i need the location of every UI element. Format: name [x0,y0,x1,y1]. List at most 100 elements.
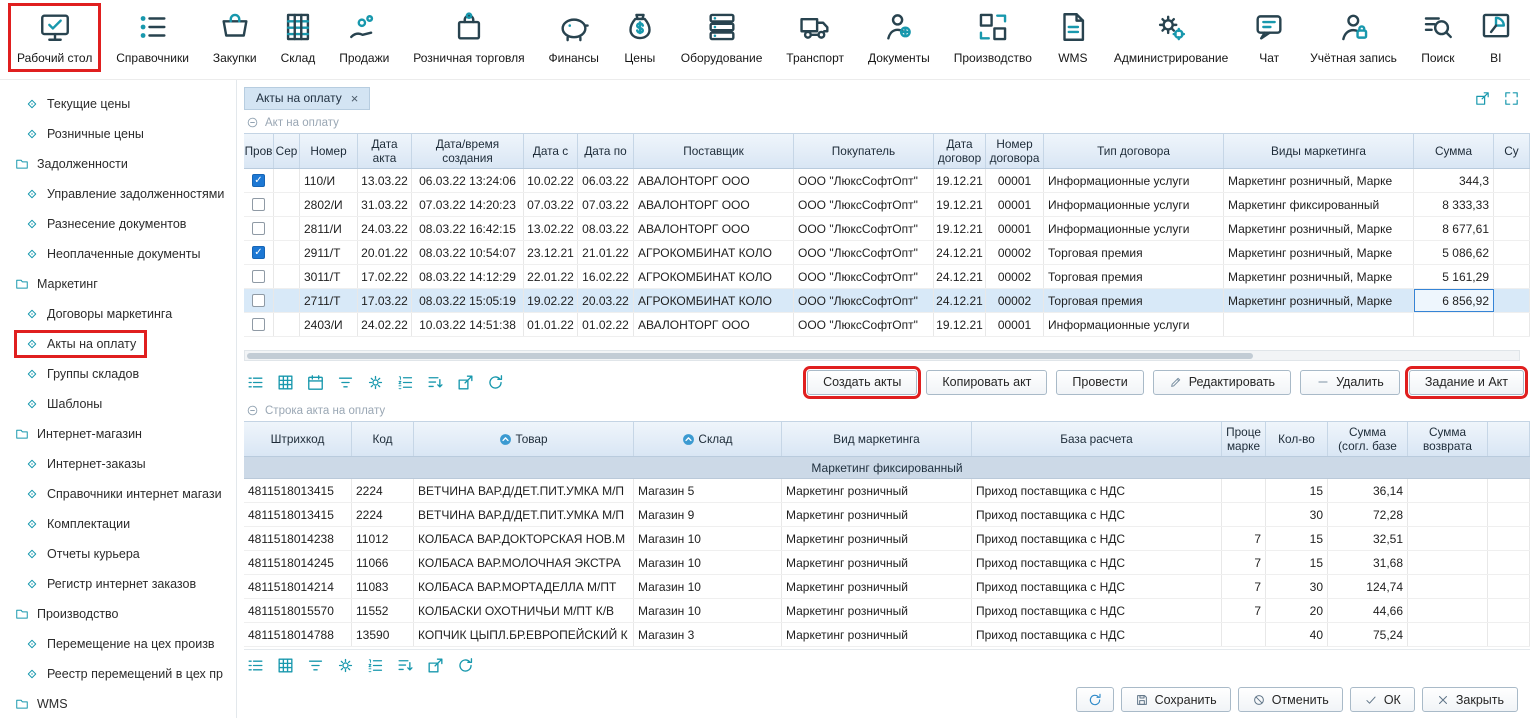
sidebar-item[interactable]: Розничные цены [0,119,236,149]
sidebar-item[interactable]: WMS [0,689,236,718]
filter-icon[interactable] [336,373,355,392]
sidebar-item[interactable]: Регистр интернет заказов [0,569,236,599]
sidebar-item[interactable]: Неоплаченные документы [0,239,236,269]
topbar-item-wms[interactable]: WMS [1051,7,1095,68]
topbar-item-prices[interactable]: Цены [618,7,662,68]
sidebar-item[interactable]: Перемещение на цех произв [0,629,236,659]
row-checkbox[interactable] [252,294,265,307]
delete-button[interactable]: Удалить [1300,370,1400,395]
acts-column-header[interactable]: Су [1494,134,1530,168]
acts-column-header[interactable]: Дата с [524,134,578,168]
numbered-list-icon[interactable] [396,373,415,392]
topbar-item-retail[interactable]: Розничная торговля [408,7,529,68]
export-icon[interactable] [426,656,445,675]
collapse-icon[interactable] [246,404,259,417]
acts-horizontal-scrollbar[interactable] [244,350,1520,361]
refresh-icon[interactable] [456,656,475,675]
lines-column-header[interactable]: Товар [414,422,634,456]
topbar-item-transport[interactable]: Транспорт [781,7,849,68]
lines-column-header[interactable]: Склад [634,422,782,456]
topbar-item-desktop[interactable]: Рабочий стол [12,7,97,68]
lines-row[interactable]: 481151801423811012КОЛБАСА ВАР.ДОКТОРСКАЯ… [244,527,1530,551]
topbar-item-purchases[interactable]: Закупки [208,7,262,68]
close-button[interactable]: Закрыть [1422,687,1518,712]
sidebar-item[interactable]: Интернет-заказы [0,449,236,479]
topbar-item-warehouse[interactable]: Склад [276,7,321,68]
lines-row[interactable]: 48115180134152224ВЕТЧИНА ВАР.Д/ДЕТ.ПИТ.У… [244,479,1530,503]
acts-row[interactable]: 2811/И24.03.2208.03.22 16:42:1513.02.220… [244,217,1530,241]
acts-column-header[interactable]: Дата акта [358,134,412,168]
sort-icon[interactable] [396,656,415,675]
save-button[interactable]: Сохранить [1121,687,1231,712]
row-checkbox[interactable] [252,222,265,235]
topbar-item-equipment[interactable]: Оборудование [676,7,768,68]
post-button[interactable]: Провести [1056,370,1143,395]
acts-column-header[interactable]: Покупатель [794,134,934,168]
lines-column-header[interactable] [1488,422,1530,456]
refresh-button[interactable] [1076,687,1114,712]
sidebar-item[interactable]: Задолженности [0,149,236,179]
fullscreen-icon[interactable] [1503,90,1520,107]
lines-column-header[interactable]: Проце марке [1222,422,1266,456]
acts-column-header[interactable]: Дата договор [934,134,986,168]
tab-close-icon[interactable]: × [351,91,359,106]
acts-row[interactable]: ✓110/И13.03.2206.03.22 13:24:0610.02.220… [244,169,1530,193]
open-external-icon[interactable] [1474,90,1491,107]
refresh-icon[interactable] [486,373,505,392]
acts-column-header[interactable]: Дата по [578,134,634,168]
topbar-item-search[interactable]: Поиск [1416,7,1460,68]
lines-column-header[interactable]: Сумма (согл. базе [1328,422,1408,456]
row-checkbox[interactable] [252,198,265,211]
lines-column-header[interactable]: Кол-во [1266,422,1328,456]
acts-column-header[interactable]: Дата/время создания [412,134,524,168]
acts-column-header[interactable]: Сер [274,134,300,168]
ok-button[interactable]: ОК [1350,687,1415,712]
copy-act-button[interactable]: Копировать акт [926,370,1047,395]
sort-icon[interactable] [426,373,445,392]
sidebar-item[interactable]: Управление задолженностями [0,179,236,209]
lines-row[interactable]: 481151801557011552КОЛБАСКИ ОХОТНИЧЬИ М/П… [244,599,1530,623]
topbar-item-catalog[interactable]: Справочники [111,7,194,68]
scrollbar-thumb[interactable] [247,353,1253,360]
topbar-item-admin[interactable]: Администрирование [1109,7,1233,68]
lines-column-header[interactable]: Штрихкод [244,422,352,456]
sidebar-item[interactable]: Реестр перемещений в цех пр [0,659,236,689]
row-checkbox[interactable] [252,270,265,283]
sidebar-item[interactable]: Справочники интернет магази [0,479,236,509]
acts-row[interactable]: 2711/Т17.03.2208.03.22 15:05:1919.02.222… [244,289,1530,313]
sidebar-item[interactable]: Комплектации [0,509,236,539]
acts-row[interactable]: 2802/И31.03.2207.03.22 14:20:2307.03.220… [244,193,1530,217]
collapse-icon[interactable] [246,116,259,129]
sidebar-item[interactable]: Договоры маркетинга [0,299,236,329]
numbered-list-icon[interactable] [366,656,385,675]
sidebar-item[interactable]: Отчеты курьера [0,539,236,569]
acts-row[interactable]: 2403/И24.02.2210.03.22 14:51:3801.01.220… [244,313,1530,337]
create-acts-button[interactable]: Создать акты [807,370,917,395]
topbar-item-sales[interactable]: Продажи [334,7,394,68]
sidebar-item[interactable]: Производство [0,599,236,629]
sidebar-item[interactable]: Шаблоны [0,389,236,419]
acts-column-header[interactable]: Номер договора [986,134,1044,168]
row-checkbox[interactable]: ✓ [252,174,265,187]
topbar-item-documents[interactable]: Документы [863,7,935,68]
row-checkbox[interactable]: ✓ [252,246,265,259]
lines-row[interactable]: 481151801424511066КОЛБАСА ВАР.МОЛОЧНАЯ Э… [244,551,1530,575]
lines-row[interactable]: 481151801478813590КОПЧИК ЦЫПЛ.БР.ЕВРОПЕЙ… [244,623,1530,647]
lines-column-header[interactable]: База расчета [972,422,1222,456]
acts-column-header[interactable]: Тип договора [1044,134,1224,168]
filter-icon[interactable] [306,656,325,675]
acts-row[interactable]: 3011/Т17.02.2208.03.22 14:12:2922.01.221… [244,265,1530,289]
lines-column-header[interactable]: Код [352,422,414,456]
table-icon[interactable] [276,656,295,675]
lines-row[interactable]: 481151801421411083КОЛБАСА ВАР.МОРТАДЕЛЛА… [244,575,1530,599]
sidebar-item[interactable]: Разнесение документов [0,209,236,239]
topbar-item-finance[interactable]: Финансы [544,7,604,68]
list-view-icon[interactable] [246,373,265,392]
row-checkbox[interactable] [252,318,265,331]
sidebar-item[interactable]: Текущие цены [0,89,236,119]
gear-icon[interactable] [336,656,355,675]
topbar-item-account[interactable]: Учётная запись [1305,7,1402,68]
task-and-act-button[interactable]: Задание и Акт [1409,370,1524,395]
cancel-button[interactable]: Отменить [1238,687,1343,712]
acts-column-header[interactable]: Виды маркетинга [1224,134,1414,168]
